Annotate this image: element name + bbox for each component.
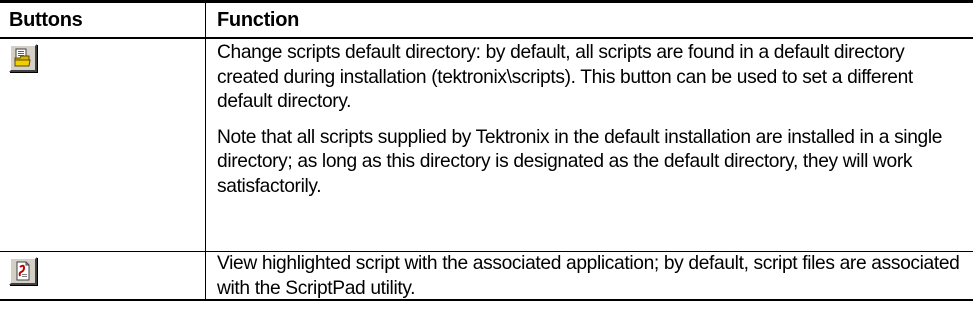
button-cell	[0, 39, 206, 251]
change-directory-button[interactable]	[9, 44, 37, 72]
function-cell: View highlighted script with the associa…	[206, 252, 973, 299]
view-script-button[interactable]	[9, 257, 37, 285]
table-row: View highlighted script with the associa…	[0, 252, 973, 301]
function-cell: Change scripts default directory: by def…	[206, 39, 973, 251]
folder-directory-icon	[14, 48, 31, 67]
function-description: Change scripts default directory: by def…	[217, 42, 913, 112]
view-script-icon	[16, 261, 30, 281]
header-buttons: Buttons	[0, 3, 206, 37]
function-note: Note that all scripts supplied by Tektro…	[217, 126, 943, 197]
button-cell	[0, 252, 206, 299]
table-row: Change scripts default directory: by def…	[0, 39, 973, 252]
button-function-table: Buttons Function Change scripts default …	[0, 0, 973, 301]
function-description: View highlighted script with the associa…	[217, 253, 960, 299]
header-function: Function	[217, 8, 300, 31]
table-header-row: Buttons Function	[0, 3, 973, 39]
